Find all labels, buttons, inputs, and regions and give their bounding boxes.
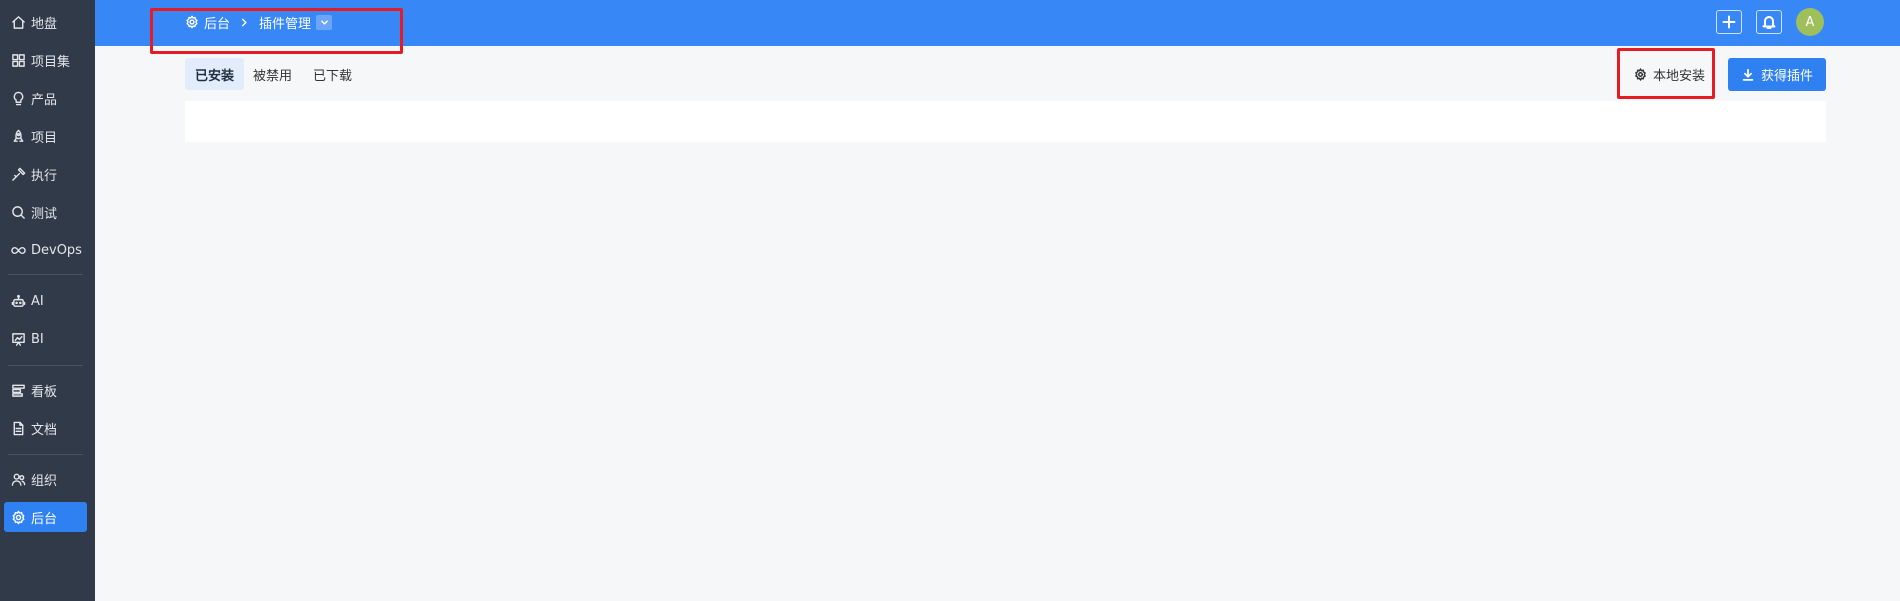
- sidebar-item-label: 文档: [31, 422, 58, 438]
- breadcrumb-current: 插件管理: [259, 16, 312, 32]
- sidebar-item-bi[interactable]: BI: [4, 324, 87, 354]
- sidebar-item-label: 项目: [31, 130, 58, 146]
- gear-icon: [185, 15, 199, 29]
- add-button[interactable]: [1716, 10, 1742, 34]
- lightbulb-icon: [10, 90, 26, 106]
- plus-icon: [1722, 15, 1736, 29]
- sidebar-item-label: 项目集: [31, 54, 71, 70]
- chevron-right-icon: [240, 18, 249, 27]
- kanban-icon: [10, 382, 26, 398]
- breadcrumb: 后台 插件管理: [185, 12, 333, 32]
- sidebar-item-label: BI: [31, 331, 44, 347]
- sidebar-item-admin[interactable]: 后台: [4, 502, 87, 532]
- sidebar-item-product[interactable]: 产品: [4, 83, 87, 113]
- get-plugin-button[interactable]: 获得插件: [1728, 58, 1826, 91]
- sidebar-divider: [8, 454, 83, 455]
- sidebar-item-label: 看板: [31, 384, 58, 400]
- plugin-list-panel: [185, 101, 1826, 142]
- sidebar-item-label: 地盘: [31, 16, 58, 32]
- sidebar-item-test[interactable]: 测试: [4, 197, 87, 227]
- breadcrumb-dropdown[interactable]: [316, 14, 333, 30]
- get-plugin-label: 获得插件: [1760, 69, 1813, 84]
- download-icon: [1742, 68, 1754, 81]
- sidebar-item-organization[interactable]: 组织: [4, 464, 87, 494]
- notifications-button[interactable]: [1756, 10, 1782, 34]
- gear-icon: [1634, 67, 1647, 81]
- infinity-icon: [10, 242, 26, 258]
- sidebar-divider: [8, 365, 83, 366]
- top-header: 后台 插件管理 A: [95, 0, 1900, 46]
- sidebar-item-project[interactable]: 项目: [4, 121, 87, 151]
- sidebar-item-execution[interactable]: 执行: [4, 159, 87, 189]
- rocket-icon: [10, 128, 26, 144]
- sidebar-item-label: 组织: [31, 473, 58, 489]
- robot-icon: [10, 293, 26, 309]
- avatar[interactable]: A: [1796, 8, 1824, 36]
- sidebar-item-label: DevOps: [31, 242, 82, 258]
- local-install-label: 本地安装: [1653, 68, 1706, 84]
- users-icon: [10, 471, 26, 487]
- bell-icon: [1762, 16, 1776, 29]
- hammer-icon: [10, 166, 26, 182]
- chart-icon: [10, 331, 26, 347]
- sidebar-item-kanban[interactable]: 看板: [4, 375, 87, 405]
- document-icon: [10, 420, 26, 436]
- sidebar-item-dashboard[interactable]: 地盘: [4, 7, 87, 37]
- sidebar-item-label: 产品: [31, 92, 58, 108]
- sidebar-item-document[interactable]: 文档: [4, 413, 87, 443]
- sidebar-item-label: 执行: [31, 168, 58, 184]
- sidebar-item-ai[interactable]: AI: [4, 286, 87, 316]
- breadcrumb-root[interactable]: 后台: [204, 13, 230, 32]
- sidebar-item-label: 测试: [31, 206, 58, 222]
- chevron-down-icon: [320, 19, 328, 25]
- sidebar-item-label: 后台: [31, 511, 58, 527]
- search-icon: [10, 204, 26, 220]
- gear-icon: [10, 509, 26, 525]
- home-icon: [10, 14, 26, 30]
- sidebar-divider: [8, 274, 83, 275]
- tab-disabled[interactable]: 被禁用: [243, 58, 302, 90]
- sidebar-item-label: AI: [31, 293, 44, 309]
- sidebar-item-program[interactable]: 项目集: [4, 45, 87, 75]
- sidebar-item-devops[interactable]: DevOps: [4, 235, 87, 265]
- grid-icon: [10, 52, 26, 68]
- tab-installed[interactable]: 已安装: [185, 58, 245, 90]
- tab-downloaded[interactable]: 已下载: [303, 58, 362, 90]
- sidebar: 地盘 项目集 产品 项目 执行 测试 DevOps AI BI 看板 文档 组织…: [0, 0, 95, 601]
- local-install-button[interactable]: 本地安装: [1626, 58, 1713, 90]
